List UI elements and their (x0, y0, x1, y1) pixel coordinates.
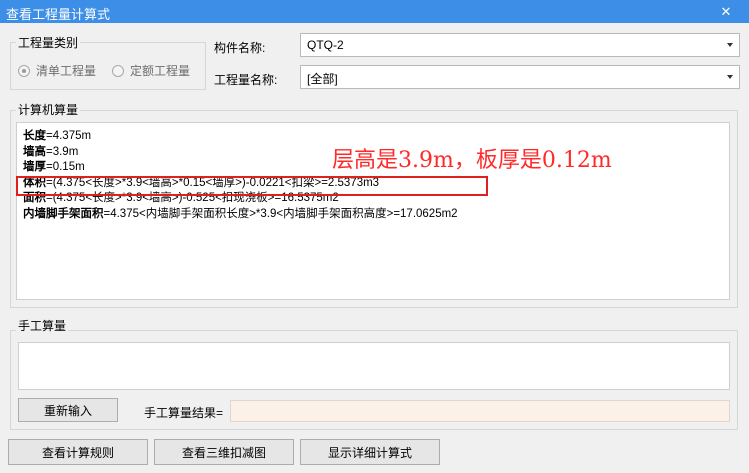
manual-result-field[interactable] (230, 400, 730, 422)
red-annotation: 层高是3.9m，板厚是0.12m (332, 148, 612, 173)
radio-quota-quantity[interactable]: 定额工程量 (112, 62, 190, 79)
radio-unchecked-icon (112, 64, 124, 77)
quantity-name-label: 工程量名称: (214, 73, 278, 87)
manual-calc-input[interactable] (18, 342, 730, 390)
quantity-name-select[interactable]: [全部] (300, 65, 740, 89)
close-button[interactable]: ✕ (703, 0, 749, 23)
title-bar: 查看工程量计算式 ✕ (0, 0, 749, 23)
radio-quota-quantity-label: 定额工程量 (130, 64, 191, 78)
category-group-title: 工程量类别 (16, 34, 81, 51)
component-name-select[interactable]: QTQ-2 (300, 33, 740, 57)
reenter-button[interactable]: 重新输入 (18, 398, 118, 422)
window-title: 查看工程量计算式 (6, 7, 111, 22)
component-name-label: 构件名称: (214, 41, 266, 55)
view-3d-deduction-button[interactable]: 查看三维扣减图 (154, 439, 294, 465)
calc-line-area: 面积=(4.375<长度>*3.9<墙高>)-0.525<扣现浇板>=16.53… (23, 192, 339, 204)
show-detail-formula-button[interactable]: 显示详细计算式 (300, 439, 440, 465)
radio-bill-quantity-label: 清单工程量 (36, 64, 97, 78)
radio-bill-quantity[interactable]: 清单工程量 (18, 62, 96, 79)
view-calc-rules-button[interactable]: 查看计算规则 (8, 439, 148, 465)
chevron-down-icon (727, 43, 733, 47)
component-name-value: QTQ-2 (307, 38, 344, 52)
manual-result-label: 手工算量结果= (144, 406, 224, 420)
chevron-down-icon (727, 75, 733, 79)
close-icon: ✕ (720, 3, 732, 19)
radio-checked-icon (18, 64, 30, 77)
manual-calc-group-title: 手工算量 (16, 317, 69, 334)
quantity-name-value: [全部] (307, 72, 338, 86)
calc-line-volume: 体积=(4.375<长度>*3.9<墙高>*0.15<墙厚>)-0.0221<扣… (23, 176, 380, 189)
calc-line-scaffold-area: 内墙脚手架面积=4.375<内墙脚手架面积长度>*3.9<内墙脚手架面积高度>=… (23, 207, 458, 220)
computer-calc-group-title: 计算机算量 (16, 101, 81, 118)
